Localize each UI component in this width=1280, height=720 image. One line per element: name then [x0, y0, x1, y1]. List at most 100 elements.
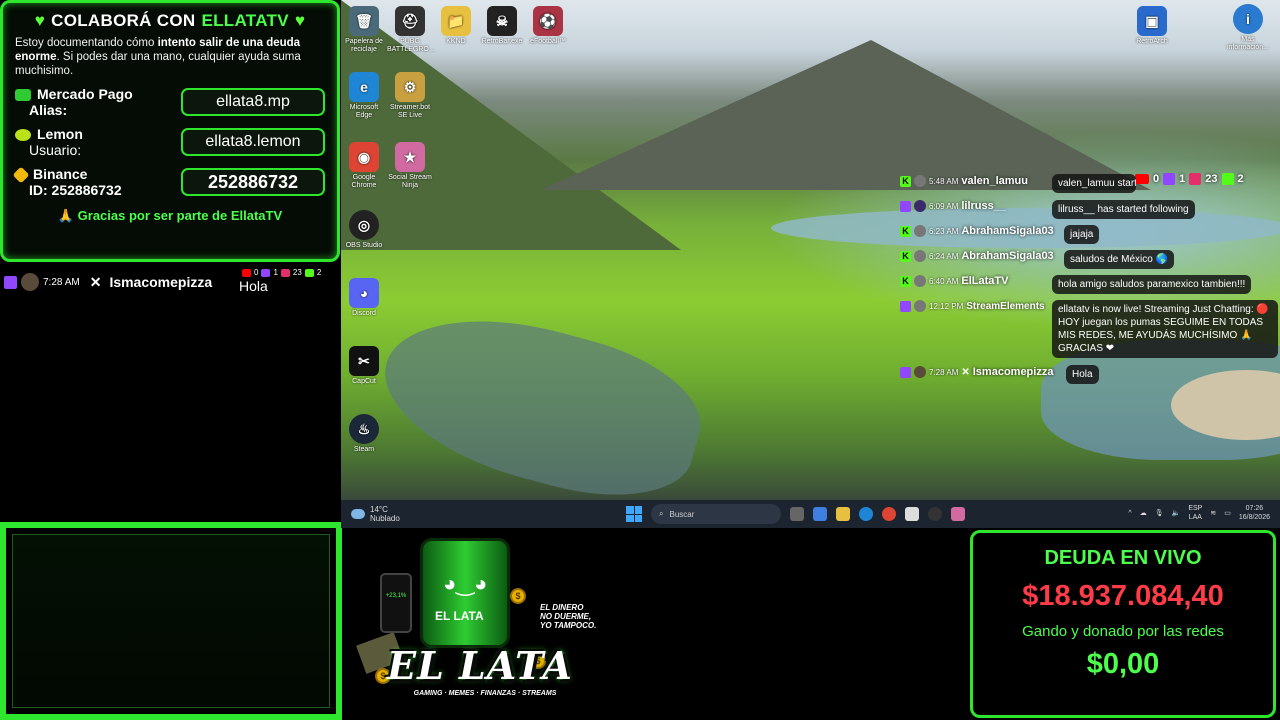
- payment-method-mercadopago: Mercado Pago Alias: ellata8.mp: [15, 86, 325, 118]
- desktop-icon-edge[interactable]: e Microsoft Edge: [341, 72, 387, 120]
- lang: ESP: [1188, 505, 1203, 512]
- phone-icon: +23,1%: [380, 573, 412, 633]
- desktop-icon-social-stream-ninja[interactable]: ★ Social Stream Ninja: [387, 142, 433, 190]
- chat-time: 6:40 AM: [929, 276, 959, 286]
- chat-row: 7:28 AM ✕ Ismacomepizza: [900, 364, 1053, 380]
- battery-icon[interactable]: ▭: [1224, 509, 1231, 517]
- microphone-icon[interactable]: 🎙: [1155, 509, 1164, 517]
- streamerbot-icon: ⚙: [395, 72, 425, 102]
- logo-title: EL LATA: [387, 643, 573, 688]
- x-icon: ✕: [961, 366, 970, 378]
- social-stream-ninja-icon[interactable]: [951, 507, 965, 521]
- taskbar-search[interactable]: ⌕ Buscar: [651, 504, 781, 524]
- chat-username: StreamElements: [966, 300, 1045, 312]
- obs-icon[interactable]: [928, 507, 942, 521]
- edge-icon: e: [349, 72, 379, 102]
- avatar: [914, 200, 926, 212]
- task-view-icon[interactable]: [790, 507, 804, 521]
- twitch-icon: [900, 366, 911, 378]
- payment-sub: Alias:: [29, 102, 68, 118]
- chat-bubble: ellatatv is now live! Streaming Just Cha…: [1052, 300, 1278, 358]
- lang-sub: LAA: [1188, 514, 1202, 521]
- windows-start-icon[interactable]: [626, 506, 642, 522]
- icon-label: Microsoft Edge: [349, 104, 379, 119]
- debt-title: DEUDA EN VIVO: [1044, 547, 1202, 569]
- desktop-icon-discord[interactable]: ◕ Discord: [341, 278, 387, 318]
- el-lata-logo: +23,1% ◕‿◕ EL LATA $ $ $ EL DINERO NO DU…: [356, 533, 610, 718]
- chat-row: K 6:24 AM AbrahamSigala03: [900, 248, 1054, 264]
- kick-icon: K: [900, 225, 911, 237]
- desktop-icon-retrobar[interactable]: ☠ RetroBar.exe: [479, 6, 525, 46]
- chat-row: K 6:23 AM AbrahamSigala03: [900, 223, 1054, 239]
- desktop-icon-capcut[interactable]: ✂ CapCut: [341, 346, 387, 386]
- avatar: [914, 225, 926, 237]
- chat-row: K 5:48 AM valen_lamuu: [900, 173, 1028, 189]
- kick-count: 2: [316, 268, 322, 277]
- desktop-icon-chrome[interactable]: ◉ Google Chrome: [341, 142, 387, 190]
- desktop-icon-retroarch[interactable]: ▣ RetroArch: [1129, 6, 1175, 46]
- kick-count: 2: [1237, 173, 1244, 185]
- desktop-icon-recycle-bin[interactable]: 🗑 Papelera de reciclaje: [341, 6, 387, 54]
- icon-label: KKND: [446, 38, 466, 45]
- onedrive-icon[interactable]: ☁: [1140, 509, 1147, 517]
- clock[interactable]: 07:26 16/8/2026: [1239, 504, 1270, 522]
- desktop-icon-pubg[interactable]: ⛑ PUBG BATTLEGRO...: [387, 6, 435, 54]
- icon-label: Google Chrome: [351, 174, 377, 189]
- volume-icon[interactable]: 🔈: [1172, 509, 1181, 517]
- payment-method-binance: Binance ID: 252886732 252886732: [12, 166, 325, 198]
- desktop-icon-kknd[interactable]: 📁 KKND: [433, 6, 479, 46]
- youtube-count: 0: [254, 268, 259, 277]
- chat-time: 7:28 AM: [43, 276, 80, 288]
- chrome-icon[interactable]: [882, 507, 896, 521]
- chat-username: Ismacomepizza: [972, 366, 1054, 378]
- recycle-bin-icon: 🗑: [349, 6, 379, 36]
- clock-date: 16/8/2026: [1238, 514, 1270, 521]
- avatar: [914, 275, 926, 287]
- stream-layout: ♥ COLABORÁ CON ELLATATV ♥ Estoy document…: [0, 0, 1280, 720]
- avatar: [914, 366, 926, 378]
- payment-name: Binance: [33, 166, 88, 182]
- logo-tagline: EL DINERO NO DUERME, YO TAMPOCO.: [540, 603, 610, 630]
- discord-icon: ◕: [349, 278, 379, 308]
- taskbar-apps: ⌕ Buscar: [626, 504, 965, 524]
- tagline-1: EL DINERO: [540, 603, 584, 612]
- copilot-icon[interactable]: [813, 507, 827, 521]
- chevron-up-icon[interactable]: ^: [1128, 510, 1131, 517]
- desktop-icon-efootball[interactable]: ⚽ eFootball™: [525, 6, 571, 46]
- avatar: [21, 273, 39, 291]
- chat-row: 6:09 AM lilruss__: [900, 198, 1006, 214]
- avatar: [914, 175, 926, 187]
- desktop-icon-obs[interactable]: ◎ OBS Studio: [341, 210, 387, 250]
- twitch-icon: [900, 300, 911, 312]
- social-stream-ninja-icon: ★: [395, 142, 425, 172]
- phone-value: +23,1%: [385, 593, 407, 599]
- donation-title-prefix: COLABORÁ CON: [51, 11, 196, 30]
- efootball-icon: ⚽: [533, 6, 563, 36]
- store-icon[interactable]: [905, 507, 919, 521]
- instagram-icon: [280, 268, 290, 277]
- icon-label: Papelera de reciclaje: [345, 38, 383, 53]
- desktop-icon-streamerbot[interactable]: ⚙ Streamer.bot SE Live: [387, 72, 433, 120]
- weather-widget[interactable]: 14°C Nublado: [351, 505, 400, 523]
- search-icon: ⌕: [659, 509, 664, 518]
- twitch-count: 1: [1179, 173, 1186, 185]
- file-explorer-icon[interactable]: [836, 507, 850, 521]
- twitch-count: 1: [273, 268, 278, 277]
- desktop-icon-more-info[interactable]: i Más información...: [1225, 4, 1271, 52]
- chat-row: 12:12 PM StreamElements: [900, 298, 1045, 314]
- edge-icon[interactable]: [859, 507, 873, 521]
- heart-icon: ♥: [34, 11, 46, 30]
- language-indicator[interactable]: ESP LAA: [1188, 504, 1202, 522]
- payment-sub: ID: 252886732: [29, 182, 122, 198]
- chat-bubble: lilruss__ has started following: [1052, 200, 1195, 219]
- payment-method-lemon: Lemon Usuario: ellata8.lemon: [15, 126, 325, 158]
- desktop-icon-steam[interactable]: ♨ Steam: [341, 414, 387, 454]
- wifi-icon[interactable]: ≋: [1210, 509, 1216, 517]
- payment-value-box: 252886732: [181, 168, 325, 196]
- overlay-social-counts: 0 1 23 2: [1135, 173, 1244, 185]
- instagram-count: 23: [292, 268, 302, 277]
- twitch-icon: [900, 200, 911, 212]
- kick-icon: K: [900, 275, 911, 287]
- avatar: [914, 300, 926, 312]
- weather-condition: Nublado: [370, 514, 400, 523]
